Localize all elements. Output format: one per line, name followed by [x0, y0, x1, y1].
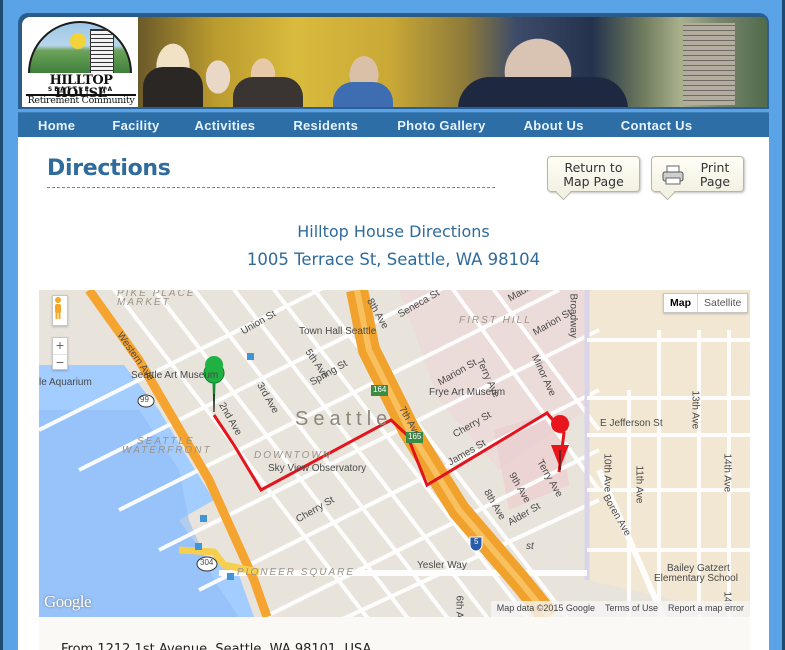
window-edge-left	[0, 0, 3, 650]
zoom-control: + −	[52, 337, 68, 370]
logo-tagline: Retirement Community	[27, 95, 135, 106]
header-photo-collage	[138, 17, 767, 107]
sun-icon	[70, 33, 86, 49]
map-label-i5: 5	[474, 537, 479, 546]
map-label-st: st	[526, 541, 534, 552]
map-type-control: Map Satellite	[663, 293, 749, 313]
nav-photo-gallery[interactable]: Photo Gallery	[397, 118, 485, 133]
map-label-downtown: DOWNTOWN	[254, 450, 333, 461]
map-label-frye-art-museum: Frye Art Museum	[429, 387, 506, 398]
map-label-e-jefferson-st: E Jefferson St	[600, 418, 663, 429]
title-divider	[47, 187, 495, 188]
page-title: Directions	[47, 156, 171, 181]
building-icon	[90, 29, 114, 73]
map-label-yesler-way: Yesler Way	[417, 560, 467, 571]
zoom-out-button[interactable]: −	[53, 354, 67, 370]
map-label-seattle-art-museum: Seattle Art Museum	[131, 370, 219, 381]
map-label-first-hill: FIRST HILL	[459, 315, 532, 326]
map-label-seattle: Seattle	[295, 408, 393, 430]
nav-residents[interactable]: Residents	[293, 118, 358, 133]
photo-resident	[458, 77, 628, 107]
nav-facility[interactable]: Facility	[112, 118, 159, 133]
print-page-button[interactable]: Print Page	[651, 156, 744, 192]
map-label-hwy-304: 304	[200, 558, 214, 567]
nav-activities[interactable]: Activities	[195, 118, 256, 133]
main-nav: Home Facility Activities Residents Photo…	[18, 112, 769, 137]
photo-building	[683, 23, 735, 105]
report-map-error-link[interactable]: Report a map error	[668, 603, 744, 615]
return-button-line2: Map Page	[563, 174, 624, 189]
map-label-11th-ave: 11th Ave	[633, 465, 645, 504]
return-button-line1: Return to	[564, 160, 623, 175]
map-label-hwy-99: 99	[140, 395, 149, 404]
print-button-line2: Page	[699, 174, 731, 189]
map-label-bailey-gatzert-2: Elementary School	[654, 573, 738, 584]
map-data-credit: Map data ©2015 Google	[496, 603, 595, 613]
logo-emblem	[28, 21, 132, 73]
page-container: HILLTOP HOUSE SEATTLE, WA Retirement Com…	[18, 13, 769, 650]
return-to-map-button[interactable]: Return to Map Page	[547, 156, 640, 192]
map-attribution: Map data ©2015 Google Terms of Use Repor…	[490, 601, 750, 617]
directions-title: Hilltop House Directions	[297, 222, 490, 241]
site-logo[interactable]: HILLTOP HOUSE SEATTLE, WA Retirement Com…	[22, 17, 138, 107]
pegman-icon	[55, 297, 61, 319]
header-banner: HILLTOP HOUSE SEATTLE, WA Retirement Com…	[18, 13, 769, 109]
directions-panel: From 1212 1st Avenue, Seattle, WA 98101,…	[39, 617, 750, 650]
map-label-sky-view-observatory: Sky View Observatory	[268, 463, 367, 474]
directions-from-address: From 1212 1st Avenue, Seattle, WA 98101,…	[61, 642, 372, 650]
map-label-hwy-165: 165	[408, 432, 422, 441]
map-type-map[interactable]: Map	[664, 294, 698, 312]
photo-resident	[143, 67, 203, 107]
map-label-broadway: Broadway	[567, 293, 579, 338]
map-label-10th-ave: 10th Ave	[601, 453, 613, 493]
content-panel: Directions Return to Map Page Print Page…	[18, 137, 769, 650]
map-label-14th-ave: 14th Ave	[721, 453, 733, 493]
printer-icon	[662, 165, 684, 185]
map-label-town-hall: Town Hall Seattle	[299, 326, 377, 337]
nav-about-us[interactable]: About Us	[524, 118, 584, 133]
map-label-market: MARKET	[117, 297, 171, 308]
map-label-hwy-164: 164	[373, 385, 387, 394]
nav-home[interactable]: Home	[38, 118, 75, 133]
map-type-satellite[interactable]: Satellite	[698, 294, 747, 312]
street-view-pegman[interactable]	[52, 295, 68, 326]
transit-icon	[195, 543, 202, 550]
nav-contact-us[interactable]: Contact Us	[621, 118, 693, 133]
photo-resident	[233, 77, 303, 107]
terms-of-use-link[interactable]: Terms of Use	[605, 603, 658, 615]
photo-resident	[333, 82, 393, 107]
transit-icon	[247, 353, 254, 360]
google-logo[interactable]: Google	[44, 592, 92, 612]
print-button-line1: Print	[700, 160, 730, 175]
zoom-in-button[interactable]: +	[53, 338, 67, 354]
google-map[interactable]: PIKE PLACE MARKET Western Ave Union St T…	[39, 290, 750, 617]
transit-icon	[227, 573, 234, 580]
map-label-aquarium: le Aquarium	[39, 377, 92, 388]
map-label-seattle-waterfront-2: WATERFRONT	[122, 445, 212, 456]
map-label-pioneer-square: PIONEER SQUARE	[237, 567, 356, 578]
map-label-6th-ave: 6th Ave	[453, 595, 465, 618]
map-label-13th-ave: 13th Ave	[689, 390, 701, 430]
destination-address: 1005 Terrace St, Seattle, WA 98104	[246, 250, 541, 269]
transit-icon	[200, 515, 207, 522]
